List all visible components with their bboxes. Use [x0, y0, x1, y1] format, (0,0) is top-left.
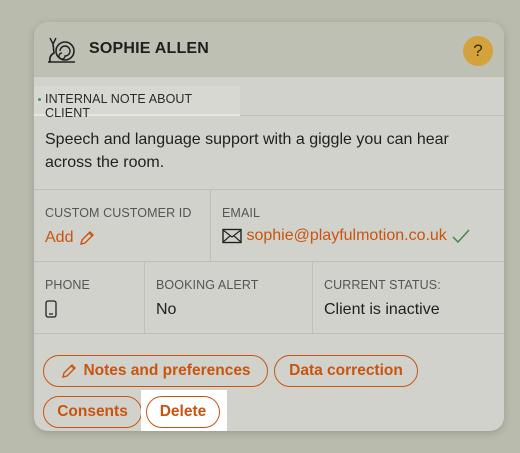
pencil-icon — [62, 364, 77, 378]
consents-label: Consents — [57, 403, 128, 420]
internal-note: Speech and language support with a giggl… — [34, 116, 504, 190]
delete-button[interactable]: Delete — [146, 396, 220, 428]
tab-indicator-dot — [38, 98, 41, 101]
status-label: CURRENT STATUS: — [324, 278, 441, 292]
action-buttons: Notes and preferences Data correction Co… — [34, 334, 504, 431]
help-button[interactable]: ? — [463, 36, 493, 66]
email-label: EMAIL — [222, 206, 261, 220]
add-custom-id-link[interactable]: Add — [45, 229, 96, 247]
check-icon — [452, 229, 470, 243]
email-link[interactable]: sophie@playfulmotion.co.uk — [246, 227, 446, 244]
client-card: SOPHIE ALLEN ? INTERNAL NOTE ABOUT CLIEN… — [34, 22, 504, 431]
pencil-icon — [79, 231, 94, 245]
details-row-1: CUSTOM CUSTOMER ID Add EMAIL sophie@play… — [34, 190, 504, 262]
tab-bar: INTERNAL NOTE ABOUT CLIENT — [34, 77, 504, 120]
phone-icon — [45, 300, 57, 318]
phone-cell: PHONE — [34, 262, 144, 333]
help-icon: ? — [473, 41, 483, 60]
booking-alert-label: BOOKING ALERT — [156, 278, 259, 292]
phone-label: PHONE — [45, 278, 90, 292]
note-text: Speech and language support with a giggl… — [45, 131, 449, 171]
consents-button[interactable]: Consents — [43, 396, 142, 428]
email-value-wrap: sophie@playfulmotion.co.uk — [222, 227, 471, 245]
email-cell: EMAIL sophie@playfulmotion.co.uk — [210, 190, 504, 261]
client-name: SOPHIE ALLEN — [89, 40, 210, 57]
data-correction-label: Data correction — [289, 362, 403, 379]
status-cell: CURRENT STATUS: Client is inactive — [312, 262, 504, 333]
card-header: SOPHIE ALLEN ? — [34, 22, 504, 77]
details-row-2: PHONE BOOKING ALERT No CURRENT STATUS: C… — [34, 262, 504, 334]
tab-internal-note[interactable]: INTERNAL NOTE ABOUT CLIENT — [34, 86, 240, 120]
custom-id-label: CUSTOM CUSTOMER ID — [45, 206, 192, 220]
booking-alert-cell: BOOKING ALERT No — [144, 262, 313, 333]
notes-and-preferences-button[interactable]: Notes and preferences — [43, 355, 268, 387]
booking-alert-value: No — [156, 301, 177, 318]
add-custom-id-label: Add — [45, 229, 74, 247]
envelope-icon — [222, 228, 242, 243]
notes-button-label: Notes and preferences — [83, 362, 251, 379]
data-correction-button[interactable]: Data correction — [274, 355, 418, 387]
custom-id-cell: CUSTOM CUSTOMER ID Add — [34, 190, 210, 261]
status-value: Client is inactive — [324, 301, 440, 318]
snail-icon — [48, 37, 75, 63]
delete-label: Delete — [159, 403, 207, 420]
